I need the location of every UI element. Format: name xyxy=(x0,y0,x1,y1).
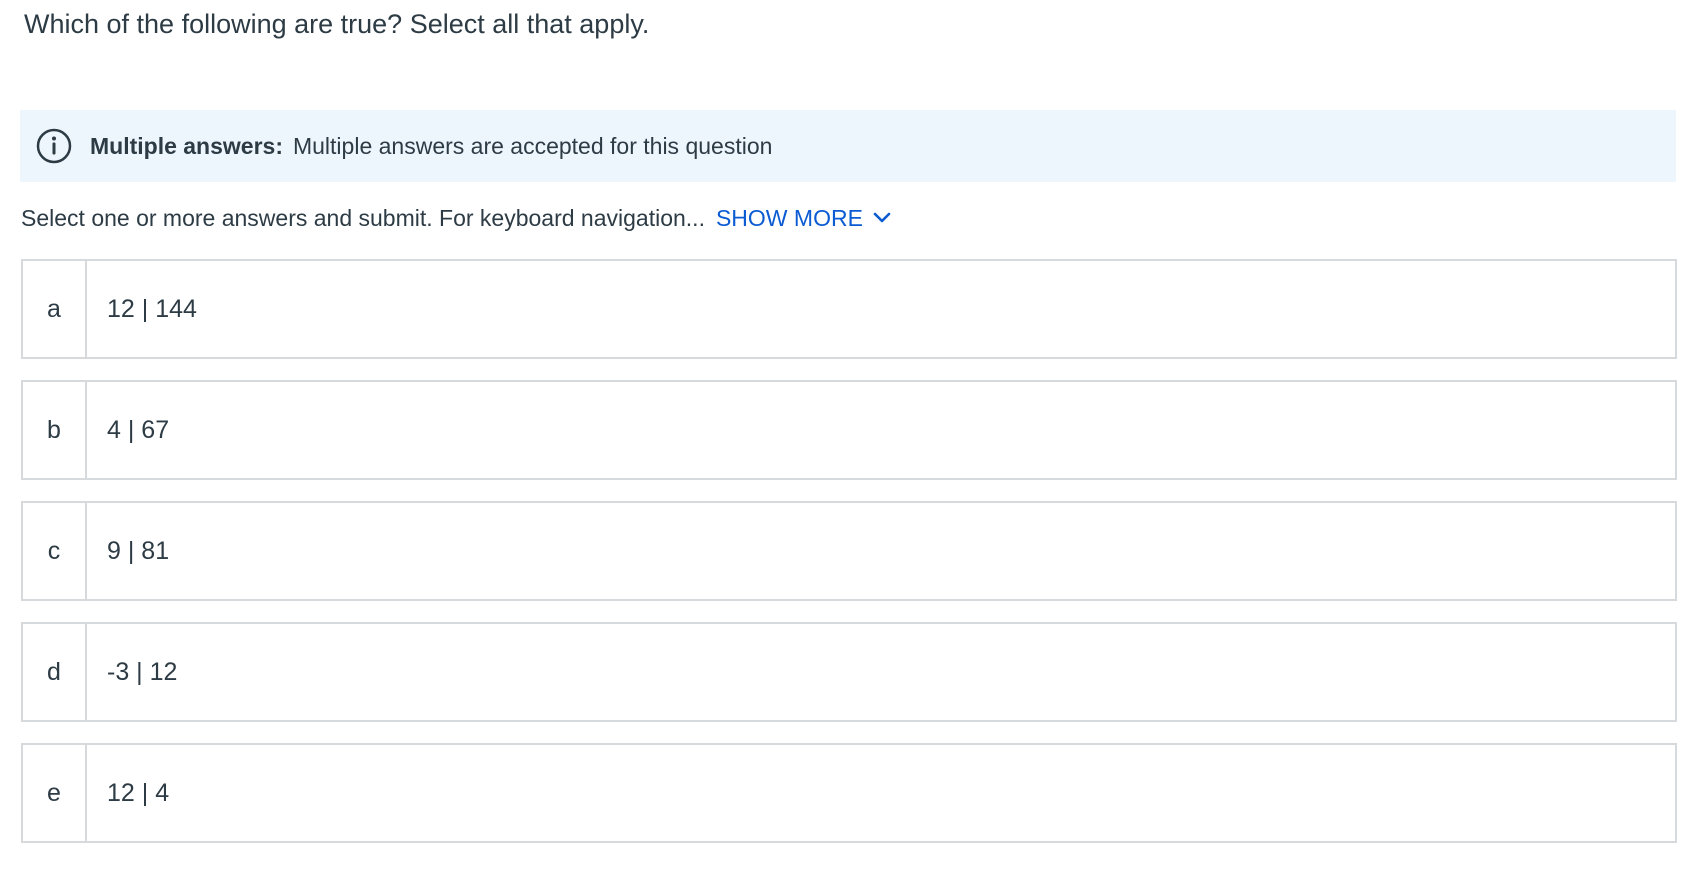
answer-option-b[interactable]: b 4 | 67 xyxy=(21,380,1677,480)
option-letter: b xyxy=(23,382,87,478)
option-letter: a xyxy=(23,261,87,357)
info-icon xyxy=(36,128,72,164)
option-value: -3 | 12 xyxy=(107,657,178,686)
instructions: Select one or more answers and submit. F… xyxy=(21,202,891,234)
show-more-label: SHOW MORE xyxy=(715,204,863,231)
answer-options: a 12 | 144 b 4 | 67 c 9 | 81 d -3 | 12 e… xyxy=(21,259,1677,864)
option-letter: c xyxy=(23,503,87,599)
answer-option-c[interactable]: c 9 | 81 xyxy=(21,501,1677,601)
show-more-button[interactable]: SHOW MORE xyxy=(716,205,891,232)
option-value: 12 | 144 xyxy=(107,294,197,323)
chevron-down-icon xyxy=(873,212,891,224)
answer-option-d[interactable]: d -3 | 12 xyxy=(21,622,1677,722)
option-value: 4 | 67 xyxy=(107,415,170,444)
question-page: Which of the following are true? Select … xyxy=(0,0,1696,882)
info-banner: Multiple answers: Multiple answers are ac… xyxy=(20,110,1676,182)
option-value: 12 | 4 xyxy=(107,778,170,807)
info-banner-title: Multiple answers: xyxy=(90,132,283,159)
option-letter: d xyxy=(23,624,87,720)
info-banner-message: Multiple answers are accepted for this q… xyxy=(292,132,773,159)
info-banner-text: Multiple answers: Multiple answers are ac… xyxy=(90,133,772,160)
option-value: 9 | 81 xyxy=(107,536,170,565)
answer-option-e[interactable]: e 12 | 4 xyxy=(21,743,1677,843)
answer-option-a[interactable]: a 12 | 144 xyxy=(21,259,1677,359)
option-letter: e xyxy=(23,745,87,841)
instructions-text: Select one or more answers and submit. F… xyxy=(21,205,705,231)
question-text: Which of the following are true? Select … xyxy=(24,9,650,39)
